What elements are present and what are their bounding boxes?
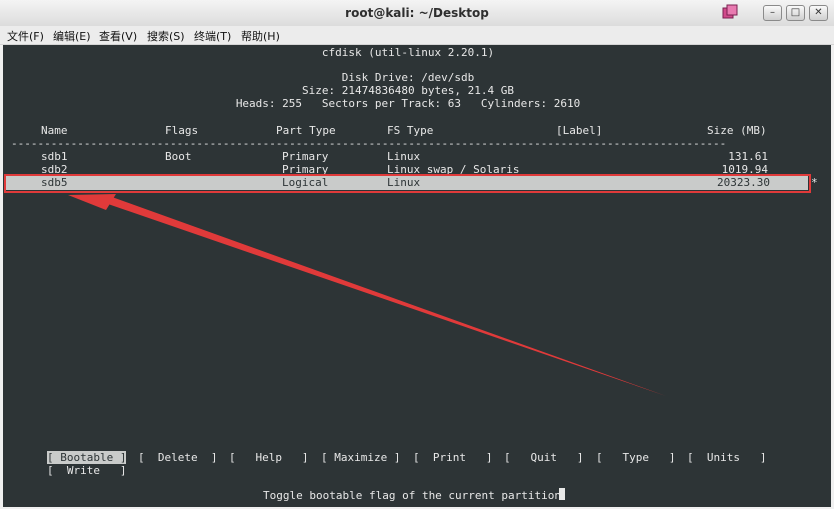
annotation-arrow — [68, 194, 666, 396]
